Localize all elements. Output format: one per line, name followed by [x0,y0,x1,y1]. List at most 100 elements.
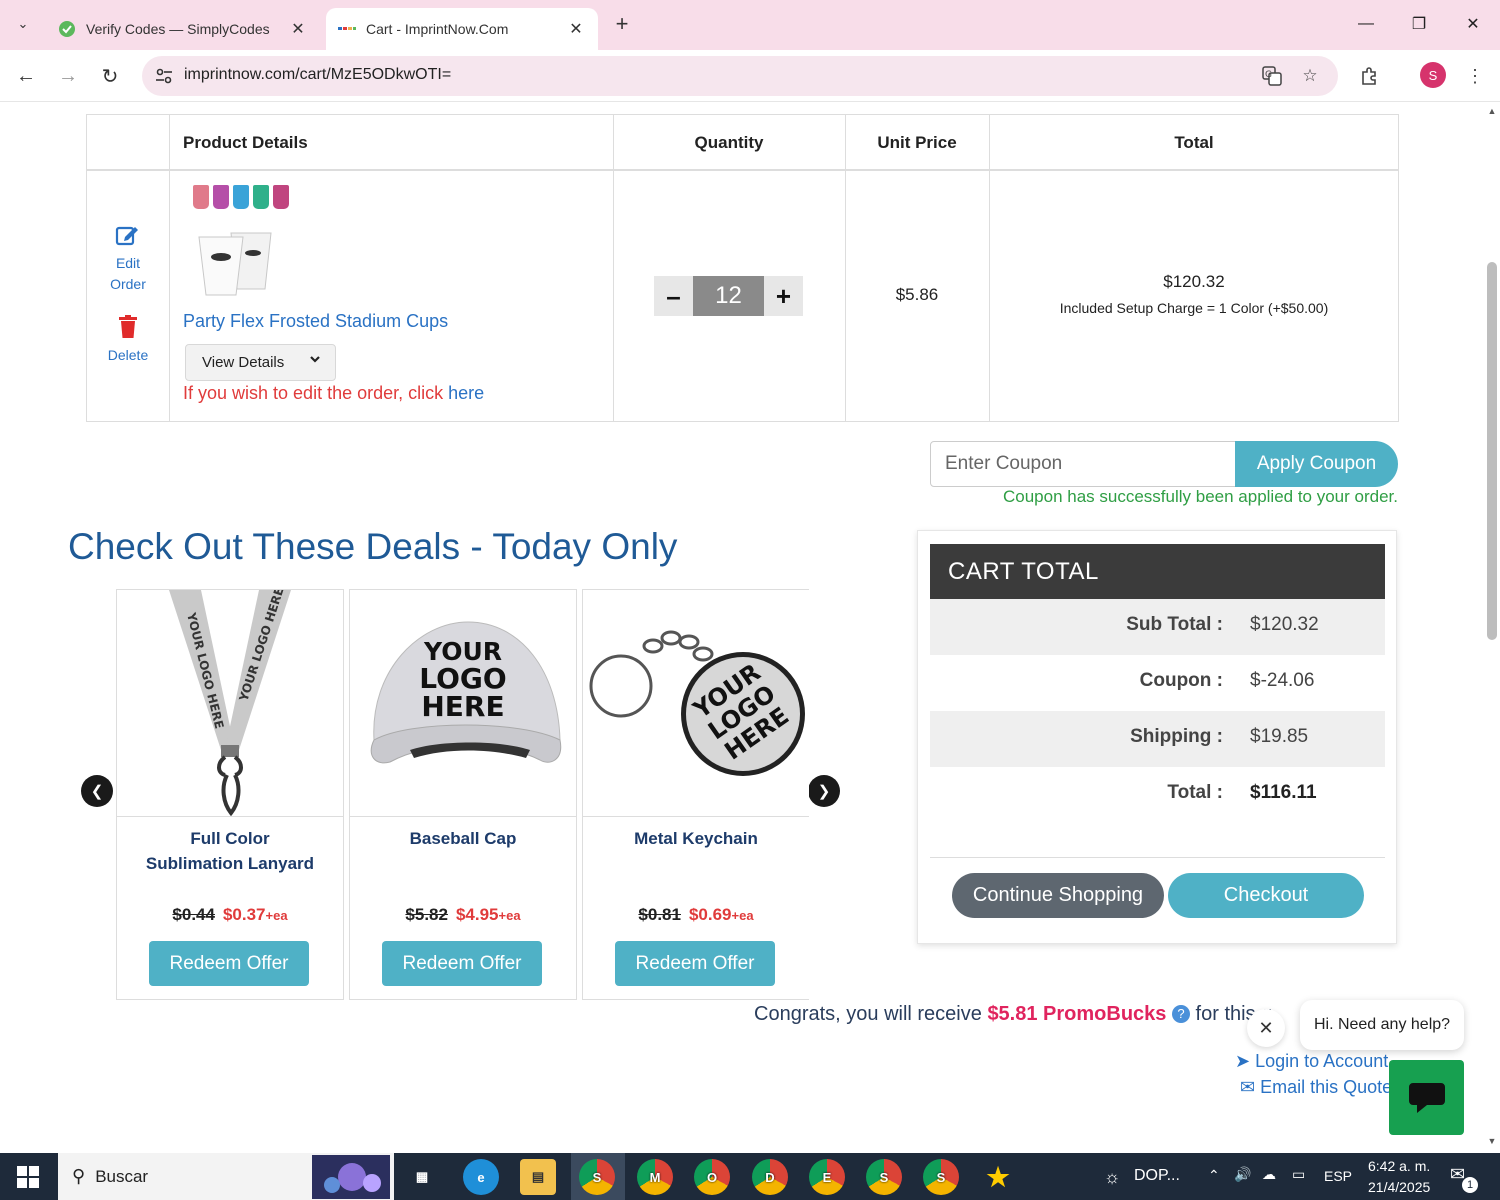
redeem-offer-button[interactable]: Redeem Offer [382,941,542,986]
minimize-icon[interactable]: — [1346,10,1386,38]
weather-text[interactable]: DOP... [1134,1167,1180,1185]
task-view-icon[interactable]: ▦ [404,1159,440,1195]
deal-name: Full Color Sublimation Lanyard [125,826,335,876]
coupon-input[interactable] [930,441,1236,487]
chrome-profile-icon[interactable]: M [637,1159,673,1195]
chrome-profile-icon[interactable]: D [752,1159,788,1195]
profile-avatar[interactable]: S [1420,62,1446,88]
sign-in-icon: ➤ [1235,1051,1251,1071]
cup-swatch [213,185,229,209]
tab-close-icon[interactable]: ✕ [566,19,586,39]
edit-here-link[interactable]: here [448,383,484,403]
coupon-success-message: Coupon has successfully been applied to … [1002,487,1398,506]
view-details-button[interactable]: View Details [185,344,336,381]
chat-close-icon[interactable]: ✕ [1247,1009,1285,1047]
chrome-profile-icon[interactable]: O [694,1159,730,1195]
taskbar-search[interactable]: ⚲ Buscar [58,1153,394,1200]
site-settings-icon[interactable] [152,64,176,88]
setup-charge-note: Included Setup Charge = 1 Color (+$50.00… [1059,300,1329,316]
chrome-profile-icon[interactable]: S [579,1159,615,1195]
question-icon[interactable]: ? [1171,1005,1190,1023]
chrome-profile-icon[interactable]: S [923,1159,959,1195]
shipping-row: Shipping : $19.85 [930,711,1385,767]
deal-prices: $0.44 $0.37+ea [117,905,343,925]
new-tab-button[interactable]: + [608,10,636,38]
cup-swatch [273,185,289,209]
continue-shopping-button[interactable]: Continue Shopping [952,873,1164,918]
increase-quantity-button[interactable]: + [764,276,803,316]
quantity-value[interactable]: 12 [693,276,764,316]
tab-simplycodes[interactable]: Verify Codes — SimplyCodes ✕ [46,8,320,50]
coupon-value: $-24.06 [1250,670,1315,691]
volume-icon[interactable]: 🔊 [1234,1166,1251,1183]
windows-start-icon[interactable] [0,1153,56,1200]
clock-time[interactable]: 6:42 a. m. [1368,1158,1430,1174]
trash-icon [87,315,169,345]
cart-table: Product Details Quantity Unit Price Tota… [86,114,1399,422]
language-indicator[interactable]: ESP [1324,1168,1352,1184]
apply-coupon-button[interactable]: Apply Coupon [1235,441,1398,487]
file-explorer-icon[interactable]: ▤ [520,1159,556,1195]
extensions-icon[interactable] [1356,62,1384,90]
browser-menu-icon[interactable]: ⋮ [1461,62,1489,90]
edge-icon[interactable]: e [463,1159,499,1195]
decrease-quantity-button[interactable]: – [654,276,693,316]
checkout-button[interactable]: Checkout [1168,873,1364,918]
bookmark-star-icon[interactable]: ☆ [1298,64,1322,88]
shipping-label: Shipping : [1130,726,1223,747]
promobucks-amount: $5.81 PromoBucks [987,1003,1167,1025]
scroll-up-icon[interactable]: ▲ [1486,106,1498,118]
forward-icon[interactable]: → [52,60,84,92]
promobucks-message: Congrats, you will receive $5.81 PromoBu… [754,1003,1272,1026]
product-name-link[interactable]: Party Flex Frosted Stadium Cups [183,311,448,332]
deal-name-line: Baseball Cap [409,829,517,848]
email-quote-link[interactable]: ✉ Email this Quote [1240,1077,1392,1098]
carousel-next-icon[interactable]: ❯ [808,775,840,807]
window-close-icon[interactable]: ✕ [1453,10,1493,38]
redeem-offer-button[interactable]: Redeem Offer [615,941,775,986]
reload-icon[interactable]: ↻ [94,60,126,92]
deal-card: YOUR LOGO HERE Baseball Cap $5.82 $4.95+e… [349,589,577,1000]
scroll-thumb[interactable] [1487,262,1497,640]
restore-icon[interactable]: ❐ [1399,10,1439,38]
edit-order-button[interactable]: Edit Order [87,223,169,295]
chat-launcher-button[interactable] [1389,1060,1464,1135]
chrome-profile-icon[interactable]: S [866,1159,902,1195]
tab-search-menu-icon[interactable]: ⌄ [8,8,38,40]
delete-button[interactable]: Delete [87,315,169,366]
onedrive-icon[interactable]: ☁ [1262,1166,1276,1183]
weather-icon[interactable]: ☼ [1094,1159,1130,1195]
star-app-icon[interactable]: ★ [980,1159,1016,1195]
header-total: Total [1174,133,1214,152]
tray-chevron-icon[interactable]: ⌃ [1208,1167,1220,1184]
old-price: $5.82 [405,905,448,924]
metal-keychain-image: YOUR LOGO HERE [583,590,809,817]
cap-logo-line: HERE [421,690,504,723]
tab-imprintnow[interactable]: Cart - ImprintNow.Com ✕ [326,8,598,50]
subtotal-value: $120.32 [1250,614,1319,635]
lanyard-image: YOUR LOGO HERE YOUR LOGO HERE [117,590,343,817]
tab-close-icon[interactable]: ✕ [288,19,308,39]
header-unit-price: Unit Price [877,133,957,152]
clock-date[interactable]: 21/4/2025 [1368,1179,1430,1195]
scroll-down-icon[interactable]: ▼ [1486,1136,1498,1148]
price-unit: +ea [731,908,754,923]
edit-icon [87,223,169,253]
translate-icon[interactable]: G [1260,64,1284,88]
chrome-profile-icon[interactable]: E [809,1159,845,1195]
back-icon[interactable]: ← [10,60,42,92]
browser-toolbar: ← → ↻ imprintnow.com/cart/MzE5ODkwOTI= G… [0,50,1500,102]
shipping-value: $19.85 [1250,726,1309,747]
coupon-label: Coupon : [1139,670,1223,691]
redeem-offer-button[interactable]: Redeem Offer [149,941,309,986]
deals-heading: Check Out These Deals - Today Only [68,526,678,567]
carousel-prev-icon[interactable]: ❮ [81,775,113,807]
address-bar[interactable]: imprintnow.com/cart/MzE5ODkwOTI= G ☆ [142,56,1338,96]
old-price: $0.81 [638,905,681,924]
taskbar-search-text: Buscar [95,1166,149,1186]
search-icon: ⚲ [72,1166,86,1186]
chat-greeting-bubble[interactable]: Hi. Need any help? [1300,1000,1464,1050]
network-icon[interactable]: ▭ [1292,1166,1305,1183]
login-to-account-link[interactable]: ➤ Login to Account [1235,1051,1388,1072]
svg-text:G: G [1265,70,1272,80]
